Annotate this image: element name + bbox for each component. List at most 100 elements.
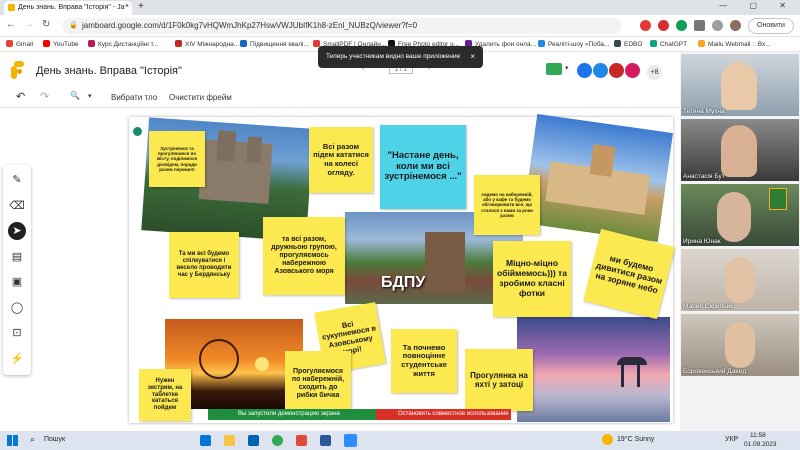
sticky-note[interactable]: Зустрінемся та прогуляємося по місту, по… (149, 131, 205, 187)
weather-icon (602, 434, 613, 445)
language-indicator[interactable]: УКР (725, 436, 738, 443)
avatar[interactable] (625, 63, 640, 78)
extension-icon[interactable] (658, 20, 669, 31)
bookmark-icon (538, 40, 545, 47)
university-photo[interactable] (522, 114, 673, 242)
select-icon[interactable]: ➤ (8, 222, 26, 240)
avatar-count[interactable]: +8 (647, 65, 662, 80)
text-box-icon[interactable]: ⊡ (8, 324, 26, 342)
sticky-note[interactable]: Міцно-міцно обіймемось))) та зробимо кла… (493, 241, 571, 317)
jam-canvas[interactable]: БДПУ Зустрінемся та прогуляємося по міст… (129, 114, 675, 423)
sharing-status: Вы запустили демонстрацию экрана (208, 409, 376, 420)
reload-icon[interactable]: ↻ (42, 19, 50, 30)
screen-share-bar: Вы запустили демонстрацию экрана Останов… (208, 409, 511, 420)
choose-background-button[interactable]: Вибрати тло (111, 93, 157, 102)
clock-date[interactable]: 01.09.2023 (744, 441, 777, 448)
taskbar-search-label[interactable]: Пошук (44, 436, 65, 443)
url-field[interactable]: 🔒 jamboard.google.com/d/1F0k0kg7vHQWmJhK… (62, 18, 622, 34)
image-icon[interactable]: ▣ (8, 273, 26, 291)
bookmark-item[interactable]: ChatGPT (650, 40, 687, 48)
circle-icon[interactable]: ◯ (8, 299, 26, 317)
back-icon[interactable]: ← (6, 19, 16, 30)
zoom-icon[interactable]: 🔍 (70, 91, 80, 100)
taskbar-app-icon[interactable] (200, 435, 211, 446)
sticky-note[interactable]: Та ми всі будемо спілкуватися і весело п… (169, 232, 239, 298)
participant-tile[interactable]: Боровенський Давид (681, 314, 799, 376)
sticky-note[interactable]: Всі разом підем кататися на колесі огляд… (309, 127, 373, 193)
puzzle-icon[interactable] (694, 20, 705, 31)
bookmark-item[interactable]: EDBO (614, 40, 642, 48)
toast-close-icon[interactable]: × (470, 52, 475, 61)
participant-tile[interactable]: Анастасія Бут (681, 119, 799, 181)
tab-close-icon[interactable]: × (125, 3, 129, 10)
participant-tile[interactable]: Тетяна Мухна (681, 54, 799, 116)
eraser-icon[interactable]: ⌫ (8, 197, 26, 215)
clock-time[interactable]: 11:58 (750, 432, 766, 439)
bookmark-icon (698, 40, 705, 47)
browser-tab-strip: День знань. Вправа "Історія" - Ja × + — … (0, 0, 800, 15)
redo-icon[interactable]: ↷ (40, 90, 49, 103)
sticky-note[interactable]: та всі разом, дружньою групою, прогуляєм… (263, 217, 345, 295)
participants-panel: Тетяна Мухна Анастасія Бут Ирина Юнак Ма… (680, 52, 800, 431)
chatgpt-icon (650, 40, 657, 47)
participant-tile[interactable]: Мария Скрипник (681, 249, 799, 311)
browser-tab[interactable]: День знань. Вправа "Історія" - Ja × (4, 1, 132, 15)
search-icon[interactable]: ⌕ (30, 434, 35, 445)
sticky-note[interactable]: Прогулянка на яхті у затоці (465, 349, 533, 411)
meet-icon[interactable] (546, 63, 562, 75)
bookmark-icon (88, 40, 95, 47)
sticky-note[interactable]: Та почнемо повноцінне студентське життя (391, 329, 457, 393)
jamboard-logo-icon[interactable] (11, 61, 24, 79)
sticky-note[interactable]: ми будемо дивитися разом на зоряне небо (583, 228, 675, 320)
sticky-note[interactable]: "Настане день, коли ми всі зустрінемося … (380, 125, 466, 209)
sea-pavilion-photo[interactable] (517, 317, 670, 422)
pen-icon[interactable]: ✎ (8, 171, 26, 189)
new-tab-button[interactable]: + (138, 1, 144, 12)
taskbar-app-icon[interactable] (224, 435, 235, 446)
bookmark-icon (614, 40, 621, 47)
sticky-note[interactable]: Прогуляємося по набережній, сходить до р… (285, 351, 351, 417)
window-controls[interactable]: — ▢ ✕ (719, 1, 796, 10)
extension-icon[interactable] (676, 20, 687, 31)
bookmark-item[interactable]: XIV Міжнародна... (175, 40, 239, 48)
taskbar-app-icon[interactable] (296, 435, 307, 446)
url-text: jamboard.google.com/d/1F0k0kg7vHQWmJhKp2… (82, 21, 418, 30)
toast-text: Теперь участникам видно ваше приложение (326, 53, 461, 60)
update-button[interactable]: Оновити (748, 18, 794, 34)
undo-icon[interactable]: ↶ (16, 90, 25, 103)
avatar[interactable] (593, 63, 608, 78)
extension-icon[interactable] (640, 20, 651, 31)
bookmark-item[interactable]: Курс Дистанційні т... (88, 40, 158, 48)
avatar[interactable] (609, 63, 624, 78)
profile-avatar-icon[interactable] (730, 20, 741, 31)
avatar[interactable] (577, 63, 592, 78)
zoom-dropdown-icon[interactable]: ▾ (88, 92, 92, 100)
bookmark-item[interactable]: Mailu Webmail :: Вх... (698, 40, 771, 48)
sidebar-icon[interactable] (712, 20, 723, 31)
bookmark-icon (240, 40, 247, 47)
bookmark-item[interactable]: Gmail (6, 40, 33, 48)
sticky-note[interactable]: Нужен экстрим, на таблетке кататься пойд… (139, 369, 191, 421)
forward-icon[interactable]: → (24, 19, 34, 30)
taskbar-app-icon[interactable] (248, 435, 259, 446)
windows-taskbar: ⌕ Пошук 19°C Sunny УКР 11:58 01.09.2023 (0, 431, 800, 450)
stop-sharing-button[interactable]: Остановить совместное использование (376, 409, 511, 420)
bookmark-icon (175, 40, 182, 47)
bookmark-item[interactable]: YouTube (43, 40, 79, 48)
jam-title[interactable]: День знань. Вправа "Історія" (36, 65, 182, 77)
participant-tile[interactable]: Ирина Юнак (681, 184, 799, 246)
clear-frame-button[interactable]: Очистити фрейм (169, 93, 232, 102)
laser-icon[interactable]: ⚡ (8, 350, 26, 368)
zoom-app-icon[interactable] (344, 434, 357, 447)
tool-palette: ✎ ⌫ ➤ ▤ ▣ ◯ ⊡ ⚡ (3, 165, 31, 375)
sticky-note-icon[interactable]: ▤ (8, 248, 26, 266)
windows-start-icon[interactable] (7, 435, 18, 446)
bookmark-item[interactable]: Реаліті-шоу «Поба... (538, 40, 609, 48)
meet-dropdown-icon[interactable]: ▾ (565, 64, 569, 72)
sticky-note[interactable]: сидемо на набережній, або у кафе та буде… (474, 175, 540, 235)
bdpu-sign: БДПУ (381, 274, 426, 291)
bookmark-item[interactable]: Підвищення квалі... (240, 40, 309, 48)
chrome-icon[interactable] (272, 435, 283, 446)
weather-text[interactable]: 19°C Sunny (617, 436, 654, 443)
word-icon[interactable] (320, 435, 331, 446)
